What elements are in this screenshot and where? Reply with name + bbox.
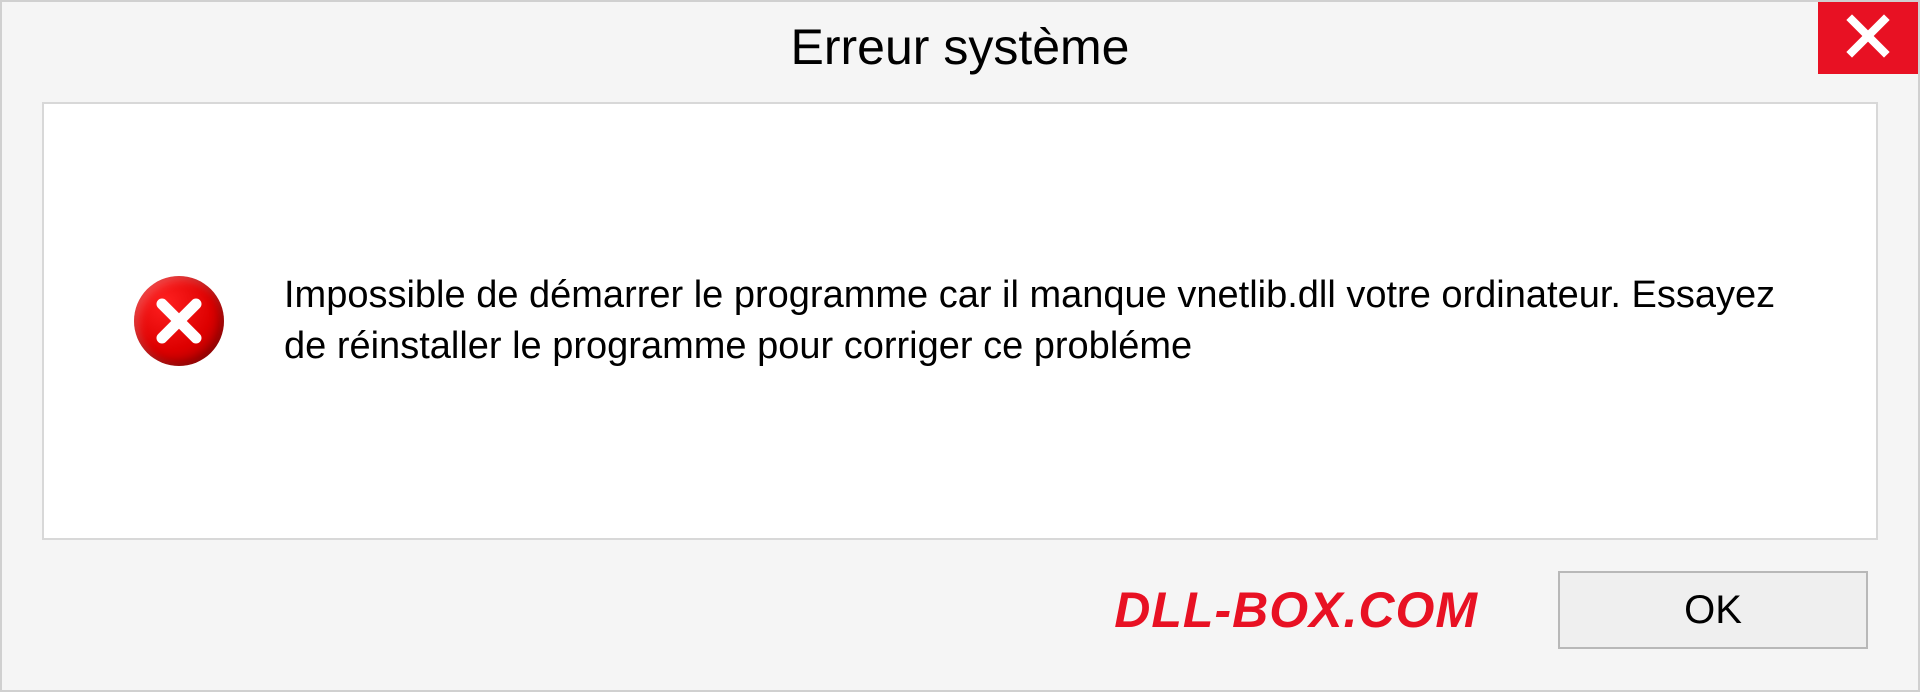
error-icon [134, 276, 224, 366]
error-dialog: Erreur système Impossible de démarrer le… [0, 0, 1920, 692]
error-message: Impossible de démarrer le programme car … [284, 270, 1784, 373]
dialog-title: Erreur système [791, 18, 1130, 76]
close-icon [1846, 14, 1890, 63]
close-button[interactable] [1818, 2, 1918, 74]
ok-button-label: OK [1684, 588, 1742, 633]
brand-label: DLL-BOX.COM [1114, 581, 1478, 639]
dialog-footer: DLL-BOX.COM OK [2, 550, 1918, 690]
content-panel: Impossible de démarrer le programme car … [42, 102, 1878, 540]
ok-button[interactable]: OK [1558, 571, 1868, 649]
error-icon-container [134, 276, 224, 366]
titlebar: Erreur système [2, 2, 1918, 92]
